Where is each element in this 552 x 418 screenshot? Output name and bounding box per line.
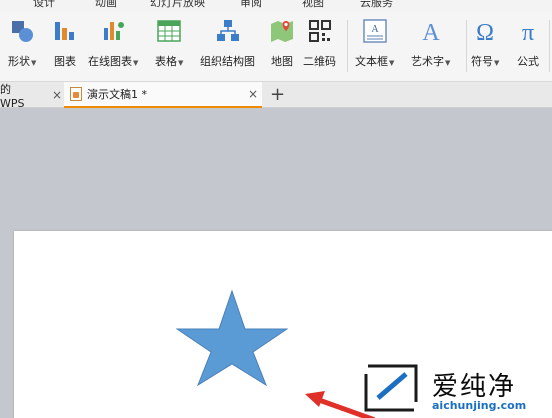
- dropdown-arrow-icon: ▼: [31, 59, 37, 67]
- star-shape[interactable]: [176, 290, 288, 386]
- online-chart-button[interactable]: 在线图表▼: [88, 18, 138, 74]
- chart-label: 图表: [54, 55, 76, 68]
- online-chart-label: 在线图表: [88, 55, 132, 68]
- map-icon: [269, 18, 295, 44]
- table-icon: [156, 18, 182, 44]
- wordart-icon: A: [418, 18, 444, 44]
- document-tab-bar: 的WPS × 演示文稿1 * × +: [0, 82, 552, 110]
- shapes-label: 形状: [8, 55, 30, 68]
- tab-presentation[interactable]: 演示文稿1 * ×: [64, 82, 262, 108]
- shapes-button[interactable]: 形状▼: [8, 18, 36, 74]
- presentation-file-icon: [70, 87, 82, 101]
- textbox-label: 文本框: [355, 55, 388, 68]
- table-button[interactable]: 表格▼: [155, 18, 183, 74]
- formula-button[interactable]: π 公式: [515, 18, 541, 74]
- org-chart-icon: [215, 18, 241, 44]
- close-icon[interactable]: ×: [248, 87, 258, 101]
- org-chart-button[interactable]: 组织结构图: [200, 18, 255, 74]
- textbox-button[interactable]: A 文本框▼: [355, 18, 394, 74]
- qrcode-icon: [307, 18, 333, 44]
- shapes-icon: [9, 18, 35, 44]
- watermark-text: 爱纯净: [432, 372, 517, 402]
- svg-text:Ω: Ω: [476, 20, 494, 44]
- new-tab-button[interactable]: +: [270, 84, 285, 105]
- wordart-button[interactable]: A 艺术字▼: [411, 18, 450, 74]
- menu-bar: 设计 动画 幻灯片放映 审阅 视图 云服务: [0, 0, 552, 12]
- menu-tab-view[interactable]: 视图: [302, 0, 324, 10]
- menu-tab-animation[interactable]: 动画: [95, 0, 117, 10]
- symbol-button[interactable]: Ω 符号▼: [471, 18, 499, 74]
- chart-button[interactable]: 图表: [52, 18, 78, 74]
- tab-wps-label: 的WPS: [0, 82, 25, 110]
- tab-wps-home[interactable]: 的WPS ×: [0, 82, 62, 110]
- svg-text:π: π: [522, 20, 534, 44]
- org-chart-label: 组织结构图: [200, 55, 255, 68]
- svg-text:A: A: [422, 20, 440, 44]
- symbol-label: 符号: [471, 55, 493, 68]
- wordart-label: 艺术字: [411, 55, 444, 68]
- dropdown-arrow-icon: ▼: [445, 59, 451, 67]
- svg-text:A: A: [371, 24, 379, 35]
- watermark-url: aichunjing.com: [432, 399, 527, 412]
- menu-tab-slideshow[interactable]: 幻灯片放映: [150, 0, 205, 10]
- dropdown-arrow-icon: ▼: [389, 59, 395, 67]
- qrcode-button[interactable]: 二维码: [303, 18, 336, 74]
- close-icon[interactable]: ×: [52, 88, 62, 102]
- ribbon-separator: [466, 20, 467, 72]
- dropdown-arrow-icon: ▼: [178, 59, 184, 67]
- insert-ribbon: 形状▼ 图表 在线图表▼ 表格▼ 组织结构图 地图 二维码 A 文本框▼ A 艺…: [0, 12, 552, 82]
- map-label: 地图: [271, 55, 293, 68]
- dropdown-arrow-icon: ▼: [494, 59, 500, 67]
- table-label: 表格: [155, 55, 177, 68]
- dropdown-arrow-icon: ▼: [133, 59, 139, 67]
- omega-icon: Ω: [472, 18, 498, 44]
- menu-tab-design[interactable]: 设计: [33, 0, 55, 10]
- ribbon-separator: [549, 20, 550, 72]
- formula-label: 公式: [517, 55, 539, 68]
- textbox-icon: A: [362, 18, 388, 44]
- tab-presentation-label: 演示文稿1 *: [87, 88, 147, 101]
- bar-chart-icon: [52, 18, 78, 44]
- menu-tab-cloud[interactable]: 云服务: [360, 0, 393, 10]
- ribbon-separator: [347, 20, 348, 72]
- map-button[interactable]: 地图: [269, 18, 295, 74]
- online-chart-icon: [100, 18, 126, 44]
- menu-tab-review[interactable]: 审阅: [240, 0, 262, 10]
- pi-icon: π: [515, 18, 541, 44]
- qrcode-label: 二维码: [303, 55, 336, 68]
